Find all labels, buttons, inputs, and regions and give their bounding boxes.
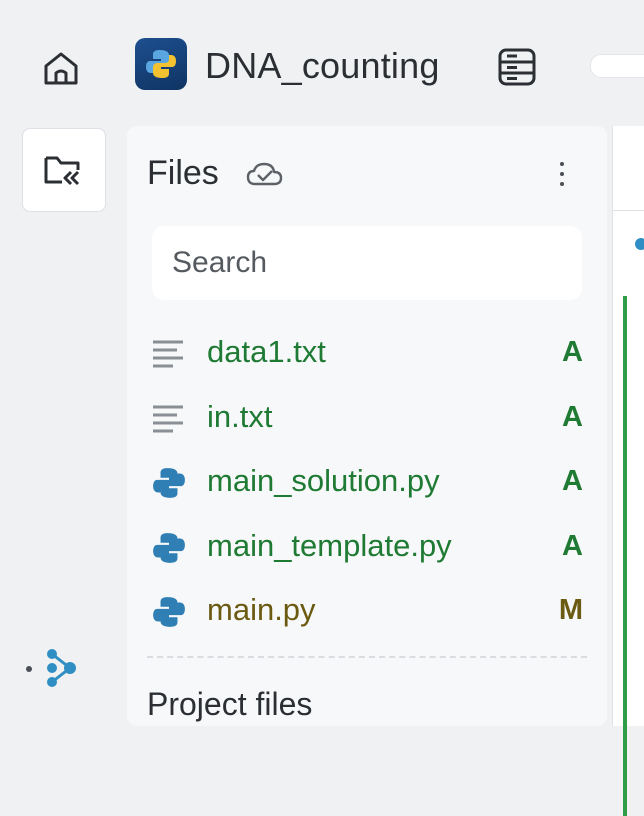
cloud-check-icon[interactable] — [245, 160, 285, 190]
server-icon[interactable] — [495, 46, 539, 88]
files-panel: Files data1.txt A in.txt A — [127, 126, 607, 726]
project-files-heading[interactable]: Project files — [147, 686, 312, 723]
editor-pane — [612, 126, 644, 816]
file-name: data1.txt — [207, 334, 326, 369]
search-input[interactable] — [152, 226, 582, 300]
text-file-icon — [153, 405, 183, 432]
python-icon — [153, 597, 185, 627]
file-name: main_solution.py — [207, 463, 440, 498]
file-name: main.py — [207, 592, 316, 627]
editor-tab-icon — [635, 238, 644, 250]
git-status-badge: M — [558, 594, 583, 626]
section-divider — [147, 656, 587, 658]
file-name: in.txt — [207, 398, 273, 434]
git-status-badge: A — [562, 465, 583, 497]
kebab-icon[interactable] — [551, 154, 573, 194]
file-item-main-py[interactable]: main.py M — [127, 580, 607, 645]
file-name: main_template.py — [207, 527, 452, 563]
python-icon — [153, 468, 185, 498]
editor-tab-divider — [613, 210, 644, 211]
home-icon[interactable] — [40, 47, 82, 89]
brand-icon[interactable] — [44, 648, 80, 688]
file-item-main-template-py[interactable]: main_template.py A — [127, 516, 607, 581]
python-icon — [135, 38, 187, 90]
rail-dot — [26, 666, 32, 672]
python-icon — [153, 532, 185, 563]
text-file-icon — [153, 340, 183, 368]
top-search-field[interactable] — [590, 54, 644, 78]
git-status-badge: A — [562, 336, 583, 368]
diff-added-gutter — [623, 296, 627, 816]
file-list: data1.txt A in.txt A main_solution.py A — [127, 322, 607, 645]
collapse-sidebar-button[interactable] — [22, 128, 106, 212]
panel-title: Files — [147, 154, 219, 192]
project-title[interactable]: DNA_counting — [205, 44, 440, 88]
git-status-badge: A — [562, 400, 583, 433]
file-item-data1-txt[interactable]: data1.txt A — [127, 322, 607, 387]
file-item-main-solution-py[interactable]: main_solution.py A — [127, 451, 607, 516]
file-item-in-txt[interactable]: in.txt A — [127, 387, 607, 452]
top-bar: DNA_counting — [0, 0, 644, 120]
git-status-badge: A — [562, 529, 583, 562]
folder-collapse-icon — [44, 156, 80, 186]
